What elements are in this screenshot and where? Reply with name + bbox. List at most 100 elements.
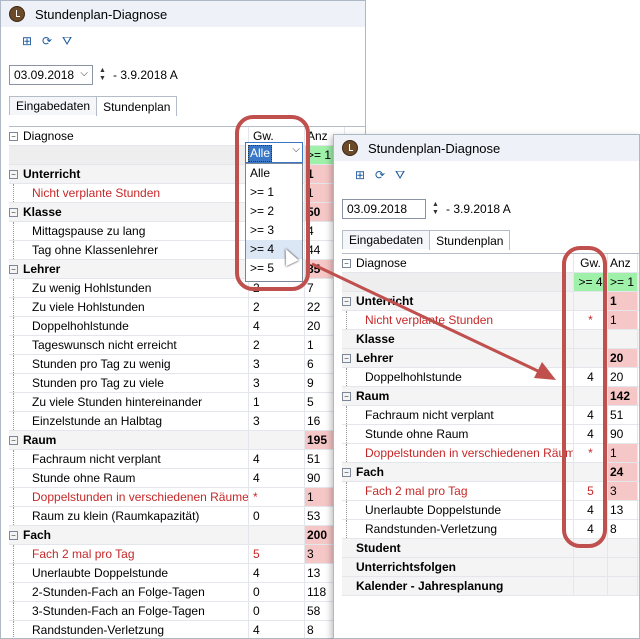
- collapse-icon[interactable]: −: [342, 353, 351, 363]
- gw-cell[interactable]: 3: [249, 374, 305, 392]
- table-row[interactable]: Fach 2 mal pro Tag 5 3: [9, 545, 365, 564]
- tab-stundenplan[interactable]: Stundenplan: [96, 96, 178, 116]
- diagnose-cell: Stunde ohne Raum: [9, 469, 249, 487]
- diagnose-cell: Kalender - Jahresplanung: [342, 577, 574, 595]
- gw-cell[interactable]: 1: [249, 393, 305, 411]
- col-header-diagnose[interactable]: − Diagnose: [342, 254, 574, 272]
- gw-cell[interactable]: 2: [249, 336, 305, 354]
- gw-cell[interactable]: 0: [249, 507, 305, 525]
- table-row[interactable]: Stunden pro Tag zu viele 3 9: [9, 374, 365, 393]
- gw-cell[interactable]: 2: [249, 298, 305, 316]
- collapse-icon[interactable]: −: [9, 435, 18, 445]
- table-row[interactable]: Doppelhohlstunde 4 20: [9, 317, 365, 336]
- date-spinner[interactable]: ▲ ▼: [432, 201, 440, 217]
- diagnose-cell: Zu viele Hohlstunden: [9, 298, 249, 316]
- table-row[interactable]: Nicht verplante Stunden 1: [9, 184, 365, 203]
- group-row-kalender-jahresplanung[interactable]: Kalender - Jahresplanung: [342, 577, 639, 596]
- diagnose-label: Stunde ohne Raum: [365, 427, 469, 441]
- collapse-icon[interactable]: −: [9, 169, 18, 179]
- gw-cell[interactable]: 0: [249, 583, 305, 601]
- filter-cell-anz[interactable]: >= 1: [608, 273, 638, 291]
- gw-cell[interactable]: 3: [249, 355, 305, 373]
- diagnose-label: Unerlaubte Doppelstunde: [365, 503, 502, 517]
- gw-cell[interactable]: 4: [249, 469, 305, 487]
- diagnose-cell: − Fach: [9, 526, 249, 544]
- tree-line: [13, 317, 24, 335]
- diagnose-cell: Fachraum nicht verplant: [9, 450, 249, 468]
- collapse-icon[interactable]: −: [9, 264, 18, 274]
- collapse-all-icon[interactable]: −: [9, 131, 18, 141]
- expand-icon[interactable]: ⊞: [352, 167, 368, 183]
- group-row-unterricht[interactable]: − Unterricht 1: [9, 165, 365, 184]
- gw-cell[interactable]: 5: [249, 545, 305, 563]
- table-row[interactable]: Mittagspause zu lang 4: [9, 222, 365, 241]
- tab-eingabedaten[interactable]: Eingabedaten: [342, 230, 431, 249]
- table-row[interactable]: Randstunden-Verletzung 4 8: [9, 621, 365, 638]
- group-row-fach[interactable]: − Fach 200: [9, 526, 365, 545]
- gw-cell[interactable]: *: [249, 488, 305, 506]
- table-row[interactable]: Einzelstunde an Halbtag 3 16: [9, 412, 365, 431]
- title-bar: Stundenplan-Diagnose: [1, 1, 365, 27]
- expand-icon[interactable]: ⊞: [19, 33, 35, 49]
- gw-cell[interactable]: 3: [249, 412, 305, 430]
- group-row-raum[interactable]: − Raum 195: [9, 431, 365, 450]
- table-row[interactable]: Raum zu klein (Raumkapazität) 0 53: [9, 507, 365, 526]
- filter-icon[interactable]: ⛛: [59, 33, 75, 49]
- gw-cell[interactable]: [574, 577, 608, 595]
- diagnose-label: Fach: [356, 465, 385, 479]
- date-spinner[interactable]: ▲ ▼: [99, 67, 107, 83]
- gw-cell[interactable]: 4: [249, 564, 305, 582]
- tab-stundenplan[interactable]: Stundenplan: [429, 230, 511, 250]
- gw-cell[interactable]: [249, 526, 305, 544]
- table-row[interactable]: Zu viele Hohlstunden 2 22: [9, 298, 365, 317]
- collapse-icon[interactable]: −: [342, 296, 351, 306]
- gw-cell[interactable]: 4: [249, 317, 305, 335]
- gw-cell[interactable]: 4: [249, 621, 305, 638]
- collapse-icon[interactable]: −: [342, 391, 351, 401]
- date-picker[interactable]: 03.09.2018: [342, 199, 426, 219]
- refresh-icon[interactable]: ⟳: [39, 33, 55, 49]
- gw-cell[interactable]: [574, 558, 608, 576]
- tree-line: [13, 355, 24, 373]
- diagnose-label: Lehrer: [23, 262, 61, 276]
- diagnose-cell: Fach 2 mal pro Tag: [9, 545, 249, 563]
- group-row-lehrer[interactable]: − Lehrer 85: [9, 260, 365, 279]
- diagnose-cell: 2-Stunden-Fach an Folge-Tagen: [9, 583, 249, 601]
- anz-cell: [608, 539, 638, 557]
- table-row[interactable]: Tageswunsch nicht erreicht 2 1: [9, 336, 365, 355]
- group-row-klasse[interactable]: − Klasse 50: [9, 203, 365, 222]
- col-header-anz[interactable]: Anz: [608, 254, 638, 272]
- table-row[interactable]: Zu viele Stunden hintereinander 1 5: [9, 393, 365, 412]
- collapse-icon[interactable]: −: [9, 207, 18, 217]
- tree-line: [13, 564, 24, 582]
- collapse-all-icon[interactable]: −: [342, 258, 351, 268]
- table-row[interactable]: Fachraum nicht verplant 4 51: [9, 450, 365, 469]
- chevron-down-icon[interactable]: ⌵: [80, 68, 88, 79]
- diagnose-label: Fachraum nicht verplant: [32, 452, 161, 466]
- table-row[interactable]: Doppelstunden in verschiedenen Räumen * 1: [9, 488, 365, 507]
- diagnose-label: Fachraum nicht verplant: [365, 408, 494, 422]
- gw-cell[interactable]: [249, 431, 305, 449]
- refresh-icon[interactable]: ⟳: [372, 167, 388, 183]
- diagnose-label: Einzelstunde an Halbtag: [32, 414, 163, 428]
- table-row[interactable]: Unerlaubte Doppelstunde 4 13: [9, 564, 365, 583]
- group-row-unterrichtsfolgen[interactable]: Unterrichtsfolgen: [342, 558, 639, 577]
- date-picker[interactable]: 03.09.2018 ⌵: [9, 65, 93, 85]
- gw-cell[interactable]: 0: [249, 602, 305, 620]
- table-row[interactable]: Zu wenig Hohlstunden 2 7: [9, 279, 365, 298]
- col-header-diagnose[interactable]: − Diagnose: [9, 127, 249, 145]
- filter-icon[interactable]: ⛛: [392, 167, 408, 183]
- gw-cell[interactable]: 4: [249, 450, 305, 468]
- table-row[interactable]: Stunde ohne Raum 4 90: [9, 469, 365, 488]
- table-row[interactable]: 3-Stunden-Fach an Folge-Tagen 0 58: [9, 602, 365, 621]
- collapse-icon[interactable]: −: [342, 467, 351, 477]
- tab-bar: Eingabedaten Stundenplan: [1, 95, 365, 116]
- tree-line: [13, 507, 24, 525]
- tab-eingabedaten[interactable]: Eingabedaten: [9, 96, 98, 115]
- diagnose-cell: Stunden pro Tag zu wenig: [9, 355, 249, 373]
- table-row[interactable]: 2-Stunden-Fach an Folge-Tagen 0 118: [9, 583, 365, 602]
- collapse-icon[interactable]: −: [9, 530, 18, 540]
- diagnose-label: Nicht verplante Stunden: [365, 313, 494, 327]
- table-row[interactable]: Tag ohne Klassenlehrer 44: [9, 241, 365, 260]
- table-row[interactable]: Stunden pro Tag zu wenig 3 6: [9, 355, 365, 374]
